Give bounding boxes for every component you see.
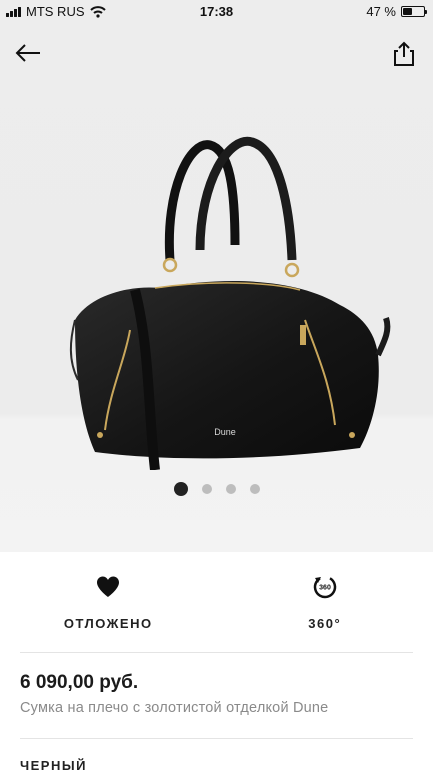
carousel-dot-4[interactable] <box>249 484 260 494</box>
battery-icon <box>401 6 427 17</box>
product-price: 6 090,00 руб. <box>20 672 139 693</box>
status-bar: MTS RUS 17:38 47 % <box>0 0 433 24</box>
carousel-dots[interactable] <box>0 482 433 496</box>
product-image-area[interactable]: Dune <box>0 0 433 552</box>
product-actions: ОТЛОЖЕНО 360 360° <box>0 552 433 652</box>
heart-icon <box>95 574 121 600</box>
product-name: Сумка на плечо с золотистой отделкой Dun… <box>20 700 329 716</box>
carousel-dot-3[interactable] <box>225 484 236 494</box>
carousel-dot-2[interactable] <box>201 484 212 494</box>
divider <box>20 738 413 739</box>
handbag-photo: Dune <box>69 136 391 470</box>
saved-label: ОТЛОЖЕНО <box>63 616 153 631</box>
view-360-button[interactable]: 360 360° <box>217 552 433 652</box>
brand-logo: Dune <box>214 427 236 437</box>
color-selector[interactable]: ЧЕРНЫЙ <box>20 758 87 770</box>
divider <box>20 652 413 653</box>
view-360-label: 360° <box>308 616 342 631</box>
status-right: 47 % <box>366 4 427 19</box>
share-icon[interactable] <box>391 40 417 68</box>
saved-button[interactable]: ОТЛОЖЕНО <box>0 552 217 652</box>
arrow-left-icon[interactable] <box>14 40 44 68</box>
carousel-dot-1[interactable] <box>173 482 188 496</box>
battery-percent: 47 % <box>366 4 396 19</box>
rotate-360-icon-text: 360 <box>319 585 331 592</box>
rotate-360-icon: 360 <box>311 574 339 600</box>
